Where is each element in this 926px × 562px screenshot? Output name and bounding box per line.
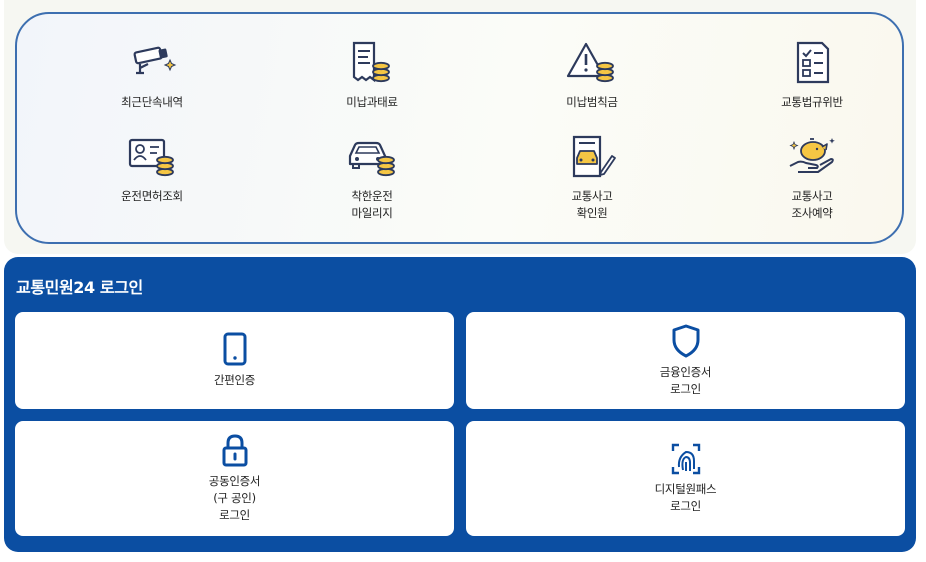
digital-onepass-button[interactable]: 디지털원패스 로그인 bbox=[466, 421, 905, 536]
service-label: 교통사고 확인원 bbox=[571, 189, 613, 220]
service-accident-confirmation[interactable]: 교통사고 확인원 bbox=[502, 134, 682, 222]
fingerprint-icon bbox=[671, 443, 700, 474]
cctv-camera-icon bbox=[133, 46, 177, 75]
joint-cert-button[interactable]: 공동인증서 (구 공인) 로그인 bbox=[15, 421, 454, 536]
simple-auth-label: 간편인증 bbox=[213, 373, 256, 387]
car-document-icon bbox=[572, 135, 616, 178]
joint-cert-label: 공동인증서 (구 공인) 로그인 bbox=[208, 474, 261, 522]
service-license-check[interactable]: 운전면허조회 bbox=[62, 134, 242, 205]
warning-coins-icon bbox=[566, 42, 614, 83]
service-label: 미납과태료 bbox=[346, 95, 398, 109]
financial-cert-label: 금융인증서 로그인 bbox=[659, 364, 712, 396]
service-unpaid-penalty[interactable]: 미납범칙금 bbox=[502, 40, 682, 111]
service-label: 운전면허조회 bbox=[121, 189, 183, 203]
service-safe-driving-mileage[interactable]: 착한운전 마일리지 bbox=[282, 134, 462, 222]
login-title: 교통민원24 로그인 bbox=[16, 278, 143, 297]
digital-onepass-label: 디지털원패스 로그인 bbox=[654, 481, 717, 513]
service-recent-enforcement[interactable]: 최근단속내역 bbox=[62, 40, 242, 111]
shield-icon bbox=[672, 324, 699, 357]
service-label: 교통법규위반 bbox=[781, 95, 843, 109]
service-shortcuts: 최근단속내역 미납과태료 미납범칙금 교통법규위반 운전면허조회 착한운전 마일… bbox=[15, 12, 904, 244]
financial-cert-button[interactable]: 금융인증서 로그인 bbox=[466, 312, 905, 409]
service-label: 최근단속내역 bbox=[121, 95, 183, 109]
smartphone-icon bbox=[223, 332, 246, 366]
service-accident-investigation-booking[interactable]: 교통사고 조사예약 bbox=[722, 134, 902, 222]
checklist-document-icon bbox=[796, 41, 830, 84]
car-coins-icon bbox=[348, 141, 395, 177]
simple-auth-button[interactable]: 간편인증 bbox=[15, 312, 454, 409]
hand-piggybank-icon bbox=[789, 138, 835, 173]
service-unpaid-fines[interactable]: 미납과태료 bbox=[282, 40, 462, 111]
service-label: 착한운전 마일리지 bbox=[351, 189, 393, 220]
id-card-coins-icon bbox=[128, 138, 174, 177]
login-panel: 교통민원24 로그인 간편인증 금융인증서 로그인 공동인증서 (구 공인) 로… bbox=[4, 257, 916, 552]
lock-icon bbox=[222, 434, 247, 467]
service-traffic-violation[interactable]: 교통법규위반 bbox=[722, 40, 902, 111]
service-label: 미납범칙금 bbox=[566, 95, 618, 109]
service-label: 교통사고 조사예약 bbox=[791, 189, 833, 220]
receipt-coins-icon bbox=[352, 41, 390, 83]
